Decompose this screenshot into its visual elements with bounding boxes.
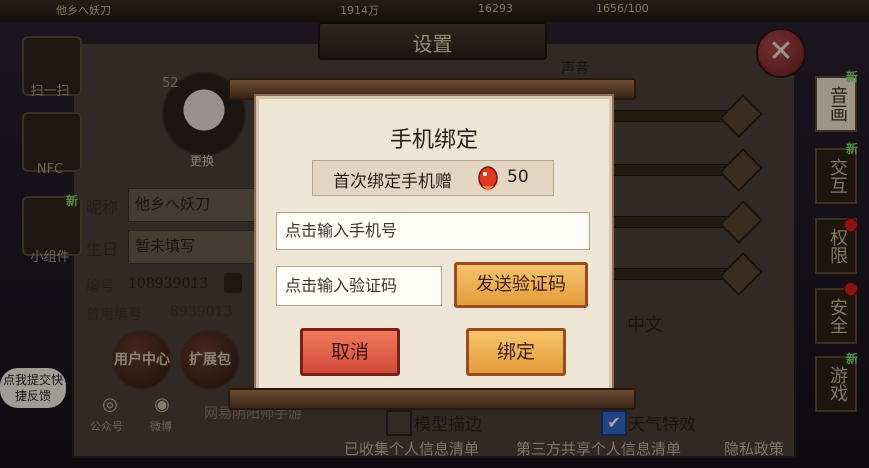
koi-fish-icon (478, 166, 498, 191)
scroll-rod-bottom (228, 388, 636, 410)
bind-button[interactable]: 绑定 (466, 328, 566, 376)
dialog-title: 手机绑定 (389, 128, 478, 153)
reward-count: 50 (507, 167, 529, 187)
send-code-button[interactable]: 发送验证码 (454, 262, 588, 308)
cancel-button[interactable]: 取消 (300, 328, 400, 376)
phone-number-input[interactable]: 点击输入手机号 (276, 212, 590, 250)
phone-bind-dialog: 手机绑定 首次绑定手机赠 50 点击输入手机号 点击输入验证码 发送验证码 取消… (254, 94, 614, 394)
reward-text: 首次绑定手机赠 (333, 172, 452, 192)
reward-banner: 首次绑定手机赠 50 (312, 160, 554, 196)
verification-code-input[interactable]: 点击输入验证码 (276, 266, 442, 306)
